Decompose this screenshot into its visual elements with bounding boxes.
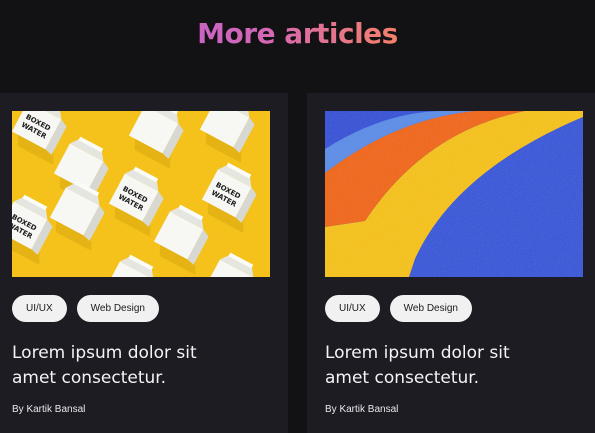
- article-title-line: Lorem ipsum dolor sit: [325, 343, 510, 363]
- article-title-line: Lorem ipsum dolor sit: [12, 343, 197, 363]
- more-articles-section: More articles BOXED WATER BOXED WATER BO…: [0, 0, 595, 433]
- tag-web-design[interactable]: Web Design: [389, 295, 472, 322]
- tag-web-design[interactable]: Web Design: [76, 295, 159, 322]
- section-title: More articles: [0, 14, 595, 54]
- article-card[interactable]: BOXED WATER BOXED WATER BOXED WATER BOXE…: [0, 93, 288, 433]
- article-title[interactable]: Lorem ipsum dolor sit amet consectetur.: [12, 341, 252, 391]
- article-thumbnail[interactable]: [325, 111, 583, 277]
- boxed-water-image: BOXED WATER BOXED WATER BOXED WATER BOXE…: [12, 111, 270, 277]
- article-title-line: amet consectetur.: [325, 368, 480, 388]
- article-thumbnail[interactable]: BOXED WATER BOXED WATER BOXED WATER BOXE…: [12, 111, 270, 277]
- article-byline: By Kartik Bansal: [12, 404, 86, 415]
- article-card[interactable]: UI/UX Web Design Lorem ipsum dolor sit a…: [307, 93, 595, 433]
- rainbow-stripes-image: [325, 111, 583, 277]
- article-title[interactable]: Lorem ipsum dolor sit amet consectetur.: [325, 341, 565, 391]
- article-title-line: amet consectetur.: [12, 368, 167, 388]
- tag-ui-ux[interactable]: UI/UX: [325, 295, 380, 322]
- tag-list: UI/UX Web Design: [12, 295, 159, 322]
- tag-ui-ux[interactable]: UI/UX: [12, 295, 67, 322]
- tag-list: UI/UX Web Design: [325, 295, 472, 322]
- article-byline: By Kartik Bansal: [325, 404, 399, 415]
